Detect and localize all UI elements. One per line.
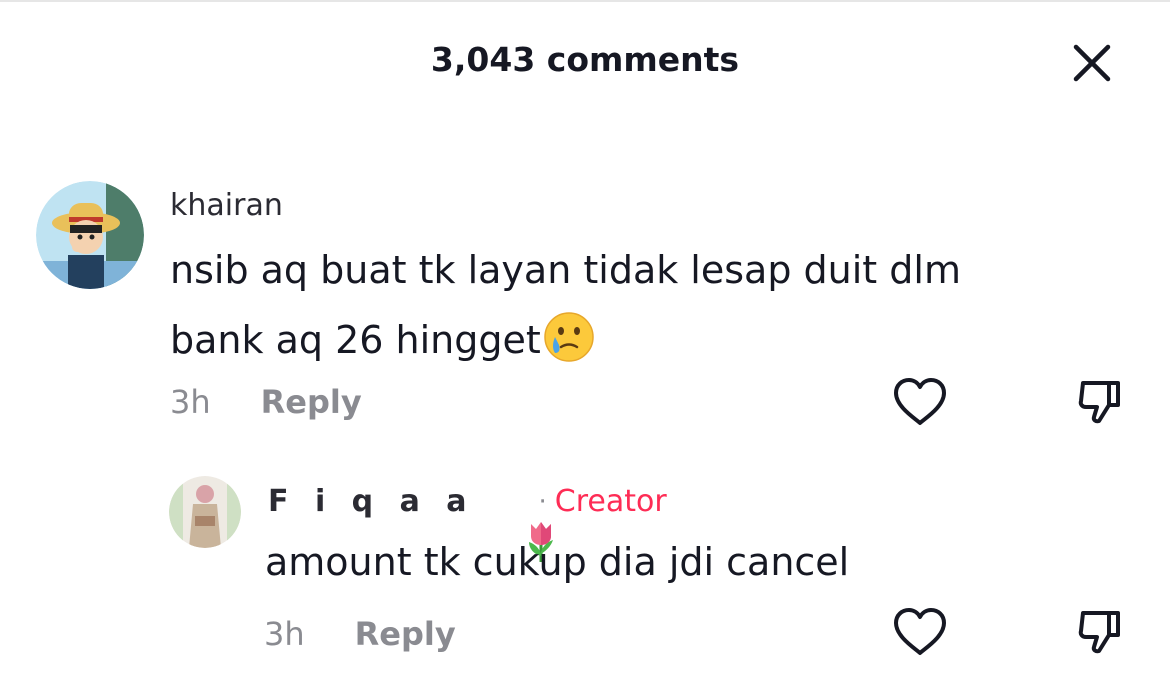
thumbs-down-icon xyxy=(1078,611,1120,654)
reply-reply-button[interactable]: Reply xyxy=(355,612,456,656)
like-button[interactable] xyxy=(890,372,950,432)
heart-outline-icon xyxy=(894,378,946,425)
crying-face-emoji xyxy=(541,309,597,365)
reply-text: amount tk cukup dia jdi cancel xyxy=(265,540,850,584)
heart-outline-icon xyxy=(894,608,946,655)
reply-meta: 3h Reply xyxy=(264,612,456,656)
comments-count-title: 3,043 comments xyxy=(430,40,740,79)
creator-badge: Creator xyxy=(554,484,667,519)
close-button[interactable] xyxy=(1067,38,1117,88)
reply-dislike-button[interactable] xyxy=(1070,602,1130,662)
reply-like-button[interactable] xyxy=(890,602,950,662)
commenter-username[interactable]: khairan xyxy=(170,186,283,226)
separator-dot: · xyxy=(538,487,547,517)
thumbs-down-icon xyxy=(1078,381,1120,424)
comment-meta: 3h Reply xyxy=(170,380,362,424)
commenter-avatar[interactable] xyxy=(36,181,144,289)
reply-time: 3h xyxy=(264,615,305,653)
comment-time: 3h xyxy=(170,383,211,421)
close-icon xyxy=(1073,44,1111,82)
reply-author-username[interactable]: F i q a a xyxy=(268,482,475,522)
comment-text: nsib aq buat tk layan tidak lesap duit d… xyxy=(170,235,1050,375)
reply-author-avatar[interactable] xyxy=(169,476,241,548)
tulip-emoji xyxy=(481,480,553,562)
dislike-button[interactable] xyxy=(1070,372,1130,432)
reply-button[interactable]: Reply xyxy=(261,380,362,424)
reply-author-row: F i q a a · Creator xyxy=(268,480,667,562)
top-divider xyxy=(0,0,1170,2)
